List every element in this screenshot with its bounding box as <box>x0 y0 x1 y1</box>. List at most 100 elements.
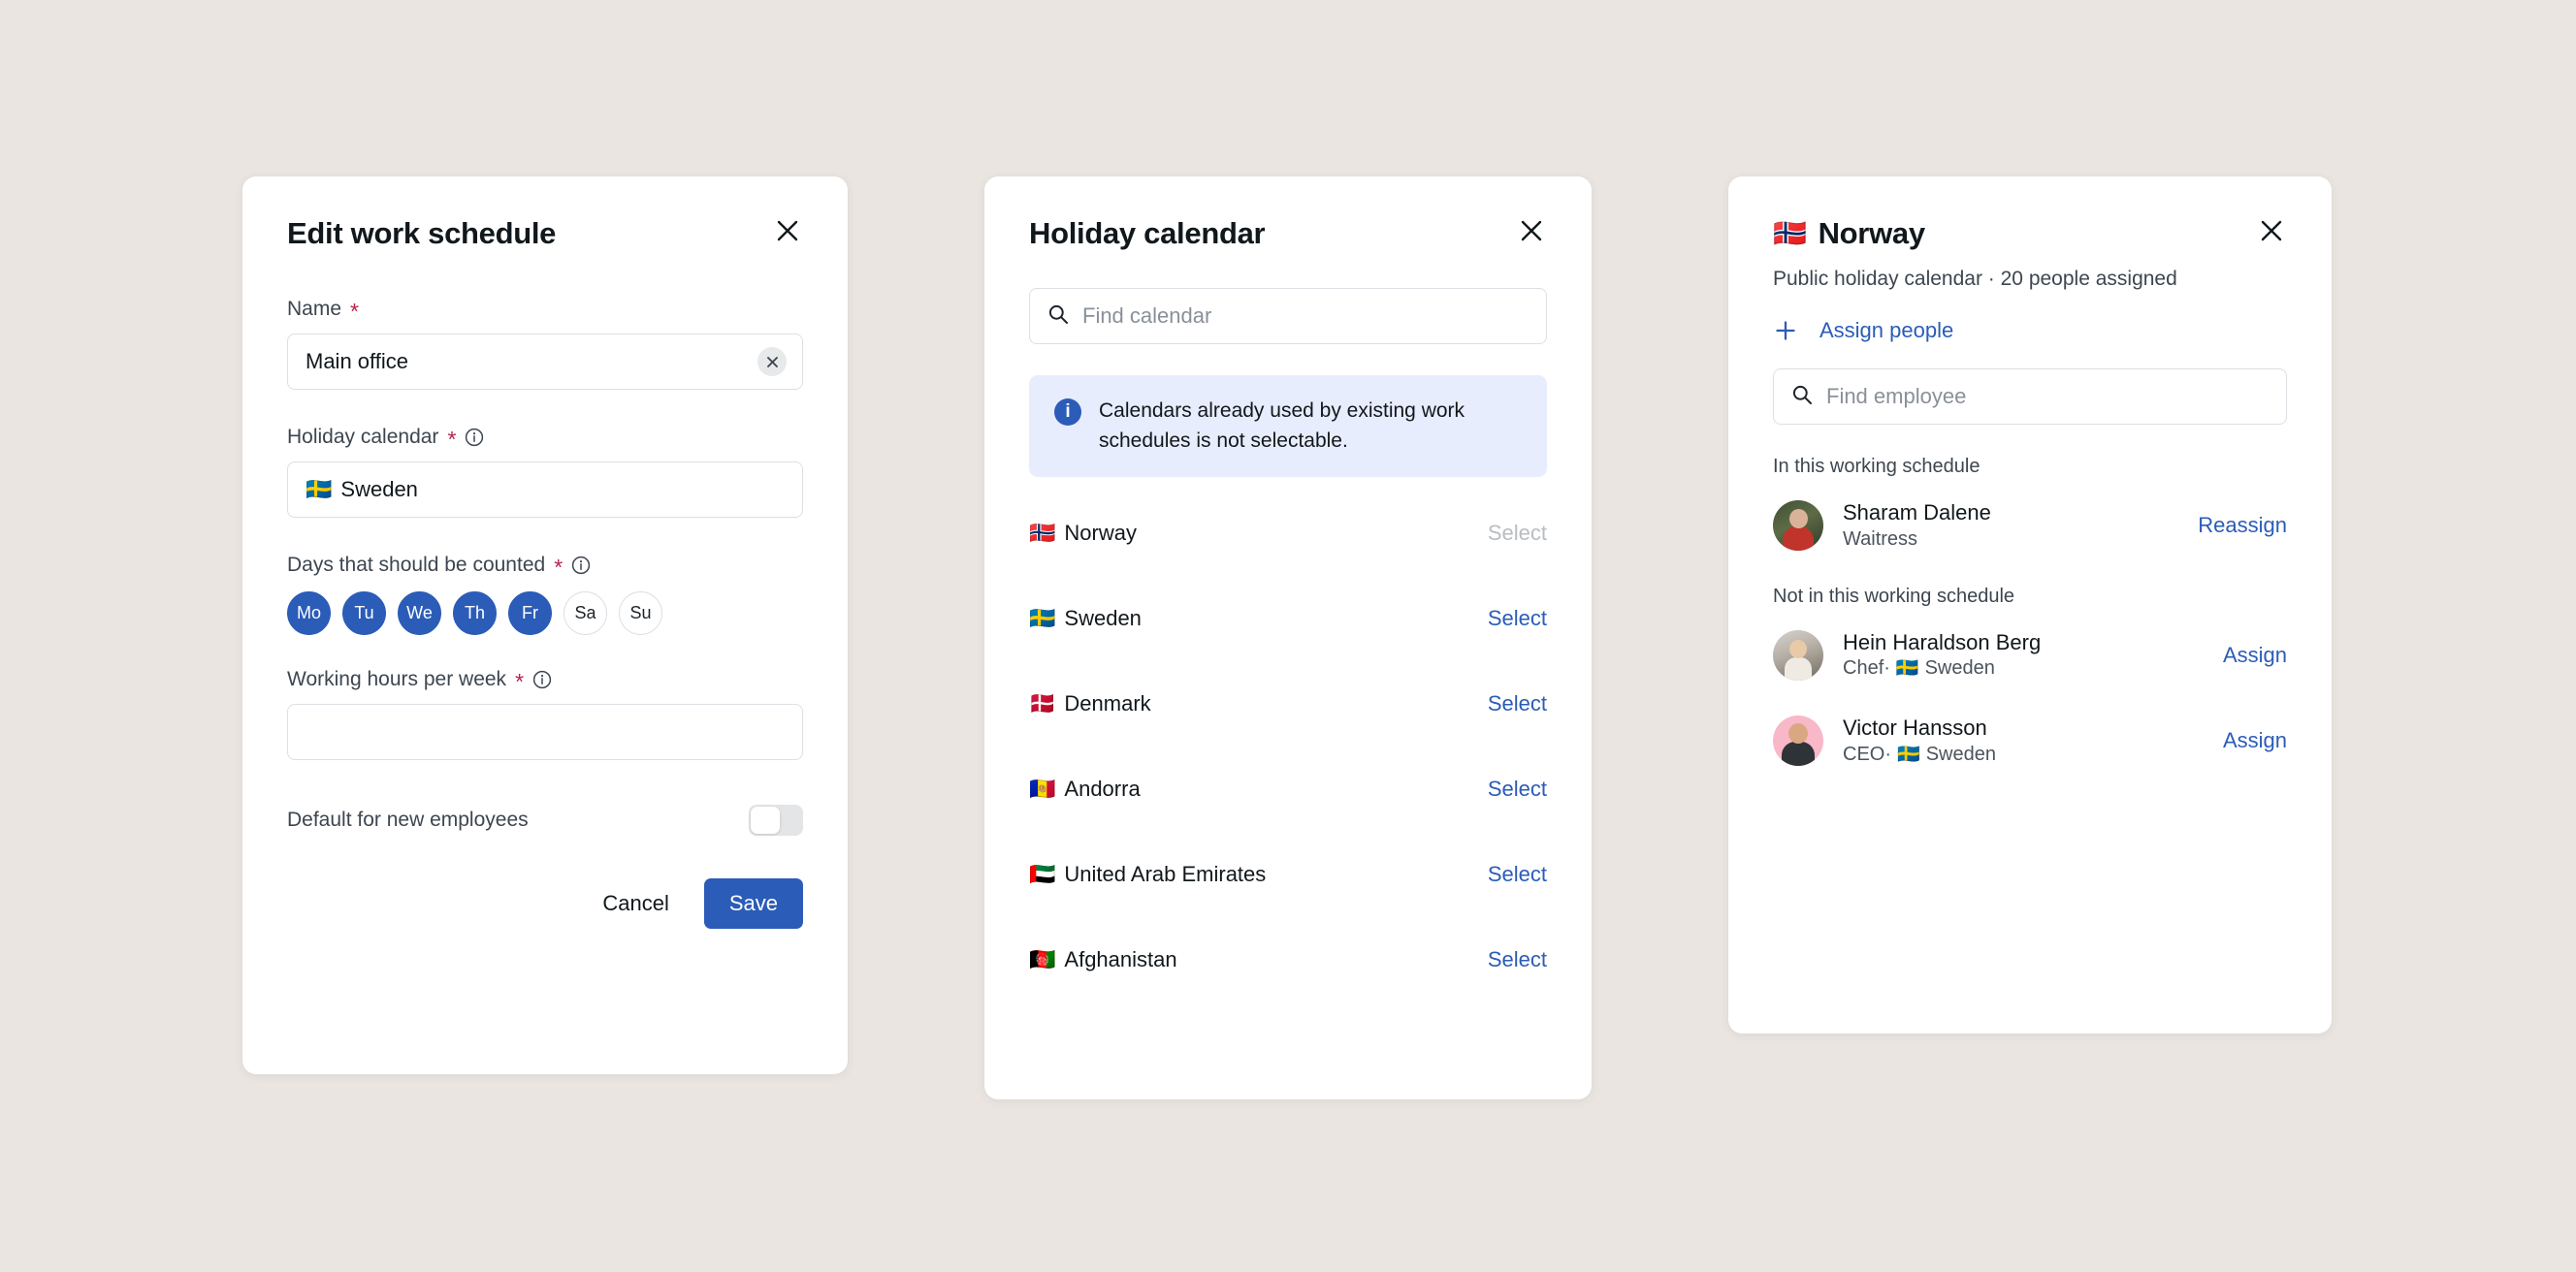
person-name: Victor Hansson <box>1843 716 1987 741</box>
calendar-row[interactable]: 🇦🇩 Andorra Select <box>1029 747 1547 832</box>
select-calendar-button[interactable]: Select <box>1488 606 1547 631</box>
reassign-button[interactable]: Reassign <box>2198 513 2287 538</box>
day-pill-fr[interactable]: Fr <box>508 591 552 636</box>
calendar-row[interactable]: 🇦🇪 United Arab Emirates Select <box>1029 832 1547 917</box>
flag-icon: 🇦🇪 <box>1029 862 1056 887</box>
person-row: Victor Hansson CEO · 🇸🇪 Sweden Assign <box>1773 715 2287 768</box>
info-icon[interactable] <box>465 428 484 447</box>
info-icon: i <box>1054 398 1081 427</box>
holiday-calendar-label: Holiday calendar * <box>287 426 803 451</box>
dialog-title: 🇳🇴 Norway <box>1773 215 2287 251</box>
close-icon[interactable] <box>1514 213 1549 248</box>
calendar-name: 🇦🇫 Afghanistan <box>1029 947 1177 972</box>
default-toggle-label: Default for new employees <box>287 809 529 832</box>
calendar-row[interactable]: 🇦🇫 Afghanistan Select <box>1029 917 1547 1002</box>
day-pill-th[interactable]: Th <box>453 591 497 636</box>
default-toggle[interactable] <box>749 805 803 837</box>
find-calendar-input[interactable]: Find calendar <box>1029 288 1547 345</box>
required-asterisk: * <box>350 299 359 325</box>
days-counted-label: Days that should be counted * <box>287 554 803 581</box>
day-pill-we[interactable]: We <box>398 591 441 636</box>
dialog-title: Holiday calendar <box>1029 215 1547 251</box>
day-pill-mo[interactable]: Mo <box>287 591 331 636</box>
find-employee-input[interactable]: Find employee <box>1773 368 2287 426</box>
calendar-name: 🇩🇰 Denmark <box>1029 691 1151 716</box>
info-icon[interactable] <box>571 556 591 575</box>
person-info: Sharam Dalene Waitress <box>1773 499 1991 553</box>
person-meta: Chef · 🇸🇪 Sweden <box>1843 655 2041 682</box>
flag-icon: 🇸🇪 <box>306 477 333 502</box>
toggle-knob <box>751 807 780 835</box>
people-list-in: Sharam Dalene Waitress Reassign <box>1773 499 2287 553</box>
calendar-name-text: Norway <box>1064 521 1137 546</box>
person-country: Sweden <box>1925 743 1996 765</box>
group-heading: In this working schedule <box>1773 456 1980 478</box>
working-hours-input[interactable] <box>287 704 803 761</box>
flag-icon: 🇸🇪 <box>1897 744 1920 765</box>
calendar-row[interactable]: 🇳🇴 Norway Select <box>1029 491 1547 576</box>
flag-icon: 🇳🇴 <box>1773 217 1807 248</box>
required-asterisk: * <box>554 555 564 581</box>
select-calendar-button[interactable]: Select <box>1488 947 1547 972</box>
dialog-title-text: Holiday calendar <box>1029 216 1266 250</box>
assign-button[interactable]: Assign <box>2223 643 2287 668</box>
search-icon <box>1791 384 1813 410</box>
person-row: Sharam Dalene Waitress Reassign <box>1773 499 2287 553</box>
calendar-name-text: United Arab Emirates <box>1064 862 1267 887</box>
edit-work-schedule-dialog: Edit work schedule Name * Main office Ho… <box>242 176 848 1074</box>
calendar-name: 🇳🇴 Norway <box>1029 521 1137 546</box>
flag-icon: 🇩🇰 <box>1029 691 1056 716</box>
person-info: Victor Hansson CEO · 🇸🇪 Sweden <box>1773 715 1996 768</box>
calendar-row[interactable]: 🇩🇰 Denmark Select <box>1029 661 1547 747</box>
flag-icon: 🇸🇪 <box>1895 658 1919 680</box>
calendar-row[interactable]: 🇸🇪 Sweden Select <box>1029 576 1547 661</box>
day-pill-sa[interactable]: Sa <box>564 591 607 636</box>
meta-separator: · <box>1884 657 1890 680</box>
avatar <box>1773 500 1823 552</box>
calendar-name: 🇦🇪 United Arab Emirates <box>1029 862 1266 887</box>
person-role: Waitress <box>1843 527 1918 550</box>
person-info: Hein Haraldson Berg Chef · 🇸🇪 Sweden <box>1773 629 2041 683</box>
calendar-subtitle: Public holiday calendar · 20 people assi… <box>1773 268 2177 291</box>
clear-name-icon[interactable] <box>757 347 787 377</box>
holiday-calendar-select[interactable]: 🇸🇪 Sweden <box>287 461 803 519</box>
calendar-list: 🇳🇴 Norway Select 🇸🇪 Sweden Select 🇩🇰 Denmark Sel… <box>1029 491 1547 1002</box>
cancel-button[interactable]: Cancel <box>596 881 674 926</box>
norway-calendar-dialog: 🇳🇴 Norway Public holiday calendar · 20 p… <box>1728 176 2332 1034</box>
select-calendar-button[interactable]: Select <box>1488 777 1547 802</box>
meta-separator: · <box>1884 743 1892 765</box>
assign-people-button[interactable]: Assign people <box>1773 318 2287 343</box>
assign-people-label: Assign people <box>1819 318 1954 343</box>
screen: Edit work schedule Name * Main office Ho… <box>0 0 2576 1272</box>
avatar <box>1773 716 1823 767</box>
calendar-name-text: Denmark <box>1064 691 1151 716</box>
days-counted-label-text: Days that should be counted <box>287 554 546 577</box>
select-calendar-button[interactable]: Select <box>1488 862 1547 887</box>
calendar-name-text: Afghanistan <box>1064 947 1177 972</box>
person-role: Chef <box>1843 657 1884 680</box>
assign-button[interactable]: Assign <box>2223 728 2287 753</box>
info-icon[interactable] <box>532 670 552 689</box>
select-calendar-button[interactable]: Select <box>1488 691 1547 716</box>
person-name: Hein Haraldson Berg <box>1843 629 2042 654</box>
group-in-schedule: In this working schedule Sharam Dalene Wa… <box>1773 456 2287 553</box>
close-icon[interactable] <box>2254 213 2289 248</box>
days-selector: Mo Tu We Th Fr Sa Su <box>287 591 803 636</box>
close-icon[interactable] <box>770 213 805 248</box>
holiday-calendar-dialog: Holiday calendar Find calendar i Calenda… <box>984 176 1592 1099</box>
day-pill-su[interactable]: Su <box>619 591 662 636</box>
person-meta: CEO · 🇸🇪 Sweden <box>1843 742 1996 768</box>
calendar-name: 🇦🇩 Andorra <box>1029 777 1141 802</box>
person-row: Hein Haraldson Berg Chef · 🇸🇪 Sweden Assign <box>1773 629 2287 683</box>
person-role: CEO <box>1843 743 1885 765</box>
name-label: Name * <box>287 298 803 325</box>
dialog-title-text: Edit work schedule <box>287 216 557 250</box>
find-employee-placeholder: Find employee <box>1826 384 1967 409</box>
day-pill-tu[interactable]: Tu <box>342 591 386 636</box>
flag-icon: 🇦🇩 <box>1029 777 1056 802</box>
flag-icon: 🇦🇫 <box>1029 947 1056 972</box>
required-asterisk: * <box>515 669 525 695</box>
save-button[interactable]: Save <box>703 878 803 930</box>
name-input[interactable]: Main office <box>287 334 803 391</box>
calendar-name-text: Andorra <box>1064 777 1141 802</box>
